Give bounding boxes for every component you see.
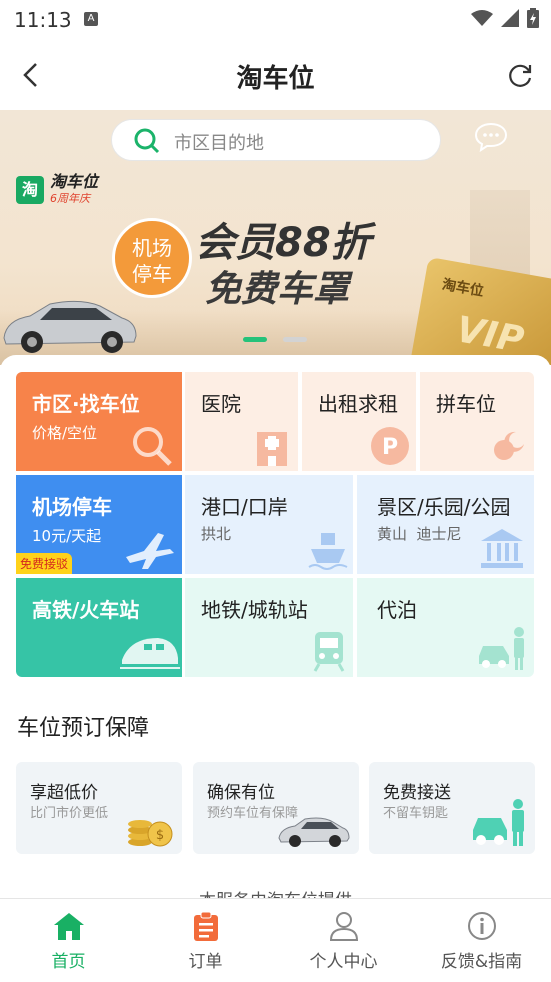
tab-label: 个人中心 <box>309 952 378 972</box>
airplane-icon <box>126 533 174 569</box>
notification-icon: A <box>84 12 98 26</box>
tile-port-sub: 拱北 <box>201 525 232 543</box>
vip-card-brand: 淘车位 <box>440 276 485 300</box>
temple-icon <box>481 529 523 568</box>
tile-rail-title: 高铁/火车站 <box>32 598 140 622</box>
tab-label: 反馈&指南 <box>440 952 523 972</box>
chat-icon[interactable] <box>474 122 508 152</box>
user-icon <box>329 912 358 941</box>
valet-icon <box>479 627 524 670</box>
brand-name: 淘车位 <box>50 172 99 191</box>
tile-share[interactable]: 拼车位 <box>420 372 534 471</box>
brand-logo: 淘 <box>16 176 44 204</box>
order-icon <box>193 911 218 941</box>
tile-scenic-sub: 黄山 迪士尼 <box>377 525 462 543</box>
car-illustration <box>3 300 137 353</box>
tile-share-title: 拼车位 <box>436 392 496 416</box>
tab-label: 首页 <box>51 952 86 972</box>
feature-title: 享超低价 <box>30 783 98 803</box>
page-title: 淘车位 <box>236 64 315 94</box>
tile-airport-title: 机场停车 <box>32 495 112 519</box>
feature-sub: 比门市价更低 <box>30 806 109 821</box>
tile-valet[interactable]: 代泊 <box>357 578 534 677</box>
tab-profile[interactable]: 个人中心 <box>275 899 412 982</box>
tile-hospital[interactable]: 医院 <box>185 372 298 471</box>
tile-rent[interactable]: 出租求租 P <box>302 372 416 471</box>
feature-title: 免费接送 <box>383 783 451 803</box>
magnifier-icon <box>133 427 172 466</box>
brand-mark: 淘 淘车位 6周年庆 <box>16 174 98 206</box>
airport-badge: 机场 停车 <box>112 218 192 298</box>
tile-airport[interactable]: 机场停车 10元/天起 免费接驳 <box>16 475 182 574</box>
airport-badge-line1: 机场 <box>132 236 172 260</box>
tile-scenic[interactable]: 景区/乐园/公园 黄山 迪士尼 <box>357 475 534 574</box>
tile-rail[interactable]: 高铁/火车站 <box>16 578 182 677</box>
carousel-dots <box>243 337 307 342</box>
home-icon <box>53 913 84 940</box>
guarantee-title: 车位预订保障 <box>17 716 150 741</box>
car-icon <box>278 817 350 847</box>
ship-icon <box>308 533 348 570</box>
tile-port-title: 港口/口岸 <box>201 495 288 519</box>
feature-free-shuttle[interactable]: 免费接送 不留车钥匙 <box>369 762 535 854</box>
signal-icon <box>501 9 519 27</box>
app-header: 淘车位 <box>0 40 551 110</box>
refresh-icon[interactable] <box>505 60 535 90</box>
battery-icon <box>527 8 539 28</box>
tile-valet-title: 代泊 <box>377 598 417 622</box>
feature-title: 确保有位 <box>207 783 275 803</box>
carousel-dot-active <box>243 337 267 342</box>
feature-sub: 不留车钥匙 <box>383 806 449 821</box>
bullet-train-icon <box>120 638 180 669</box>
feature-guaranteed-spot[interactable]: 确保有位 预约车位有保障 <box>193 762 359 854</box>
status-bar: 11:13 A <box>0 0 551 40</box>
parking-icon: P <box>371 427 409 465</box>
search-input[interactable]: 市区目的地 <box>174 129 264 155</box>
tile-port[interactable]: 港口/口岸 拱北 <box>185 475 353 574</box>
promo-subline: 免费车罩 <box>205 269 350 310</box>
airport-badge-line2: 停车 <box>132 262 172 286</box>
tile-city-title: 市区·找车位 <box>32 392 140 416</box>
shuttle-driver-icon <box>473 799 524 846</box>
coins-icon: $ <box>128 820 173 847</box>
tab-home[interactable]: 首页 <box>0 899 137 982</box>
brand-sub: 6周年庆 <box>50 192 90 205</box>
search-icon <box>134 128 160 154</box>
status-time: 11:13 <box>14 8 72 32</box>
tile-metro-title: 地铁/城轨站 <box>201 598 308 622</box>
sun-moon-icon <box>494 431 524 460</box>
search-bar[interactable]: 市区目的地 <box>111 119 441 161</box>
tab-label: 订单 <box>188 952 223 972</box>
wifi-icon <box>471 10 493 26</box>
tab-feedback[interactable]: 反馈&指南 <box>413 899 550 982</box>
tile-scenic-title: 景区/乐园/公园 <box>377 495 511 519</box>
vip-card-label: VIP <box>453 309 527 362</box>
feature-low-price[interactable]: 享超低价 比门市价更低 $ <box>16 762 182 854</box>
tile-metro[interactable]: 地铁/城轨站 <box>185 578 353 677</box>
info-icon <box>467 912 496 940</box>
svg-text:P: P <box>382 435 398 460</box>
bottom-tab-bar: 首页 订单 个人中心 反馈&指南 <box>0 898 551 982</box>
tile-city-sub: 价格/空位 <box>32 424 98 442</box>
metro-icon <box>313 632 345 672</box>
free-shuttle-tag: 免费接驳 <box>16 553 73 574</box>
promo-banner[interactable]: 市区目的地 淘 淘车位 6周年庆 机场 停车 会员88折 免费车罩 淘车位 VI… <box>0 110 551 365</box>
svg-text:$: $ <box>156 828 164 843</box>
system-icons <box>471 8 539 28</box>
tile-hospital-title: 医院 <box>201 392 241 416</box>
tile-rent-title: 出租求租 <box>318 392 398 416</box>
tile-city-parking[interactable]: 市区·找车位 价格/空位 <box>16 372 182 471</box>
carousel-dot <box>283 337 307 342</box>
tab-orders[interactable]: 订单 <box>137 899 274 982</box>
tile-airport-sub: 10元/天起 <box>32 527 102 545</box>
hospital-icon <box>257 432 287 466</box>
